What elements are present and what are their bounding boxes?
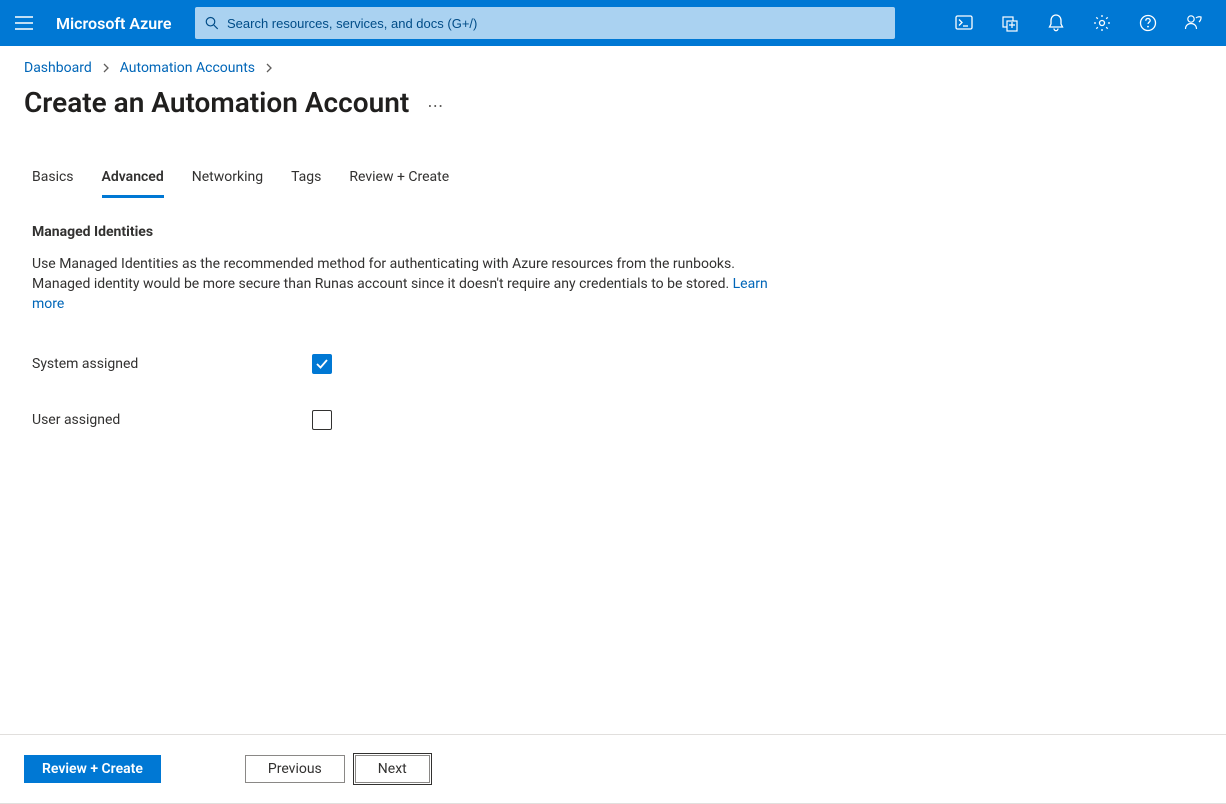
- next-button[interactable]: Next: [355, 755, 430, 783]
- chevron-right-icon: [265, 63, 273, 73]
- field-user-assigned: User assigned: [32, 410, 788, 430]
- hamburger-icon: [15, 16, 33, 30]
- content: Managed Identities Use Managed Identitie…: [0, 198, 820, 430]
- footer-nav-buttons: Previous Next: [245, 755, 430, 783]
- search-box[interactable]: [195, 7, 895, 39]
- tab-tags[interactable]: Tags: [291, 169, 321, 198]
- tab-review-create[interactable]: Review + Create: [349, 169, 449, 198]
- breadcrumb: Dashboard Automation Accounts: [0, 46, 1226, 82]
- bell-icon: [1048, 14, 1064, 32]
- brand-label[interactable]: Microsoft Azure: [48, 14, 195, 33]
- cloud-shell-icon: [955, 15, 973, 31]
- desc-line2: Managed identity would be more secure th…: [32, 276, 733, 292]
- hamburger-menu-button[interactable]: [0, 0, 48, 46]
- gear-icon: [1093, 14, 1111, 32]
- notifications-button[interactable]: [1034, 0, 1078, 46]
- desc-line1: Use Managed Identities as the recommende…: [32, 256, 735, 272]
- section-heading: Managed Identities: [32, 224, 788, 240]
- feedback-button[interactable]: [1172, 0, 1216, 46]
- page-title-row: Create an Automation Account ⋯: [0, 82, 1226, 127]
- previous-button[interactable]: Previous: [245, 755, 345, 783]
- chevron-right-icon: [102, 63, 110, 73]
- review-create-button[interactable]: Review + Create: [24, 755, 161, 783]
- tab-networking[interactable]: Networking: [192, 169, 263, 198]
- section-description: Use Managed Identities as the recommende…: [32, 254, 788, 314]
- filter-icon: [1001, 14, 1019, 32]
- user-assigned-checkbox[interactable]: [312, 410, 332, 430]
- search-icon: [205, 16, 219, 30]
- tab-advanced[interactable]: Advanced: [102, 169, 164, 198]
- help-icon: [1139, 14, 1157, 32]
- header-icons: [942, 0, 1216, 46]
- more-actions-button[interactable]: ⋯: [427, 90, 445, 115]
- system-assigned-checkbox[interactable]: [312, 354, 332, 374]
- field-system-assigned: System assigned: [32, 354, 788, 374]
- cloud-shell-button[interactable]: [942, 0, 986, 46]
- user-assigned-label: User assigned: [32, 412, 312, 428]
- tab-basics[interactable]: Basics: [32, 169, 74, 198]
- settings-button[interactable]: [1080, 0, 1124, 46]
- top-header: Microsoft Azure: [0, 0, 1226, 46]
- footer: Review + Create Previous Next: [0, 734, 1226, 804]
- breadcrumb-dashboard[interactable]: Dashboard: [24, 60, 92, 76]
- help-button[interactable]: [1126, 0, 1170, 46]
- directory-filter-button[interactable]: [988, 0, 1032, 46]
- search-input[interactable]: [227, 16, 885, 31]
- system-assigned-label: System assigned: [32, 356, 312, 372]
- tabs: Basics Advanced Networking Tags Review +…: [0, 127, 1226, 198]
- checkmark-icon: [315, 358, 329, 370]
- feedback-icon: [1184, 14, 1204, 32]
- page-title: Create an Automation Account: [24, 86, 409, 119]
- breadcrumb-automation-accounts[interactable]: Automation Accounts: [120, 60, 255, 76]
- search-wrap: [195, 7, 942, 39]
